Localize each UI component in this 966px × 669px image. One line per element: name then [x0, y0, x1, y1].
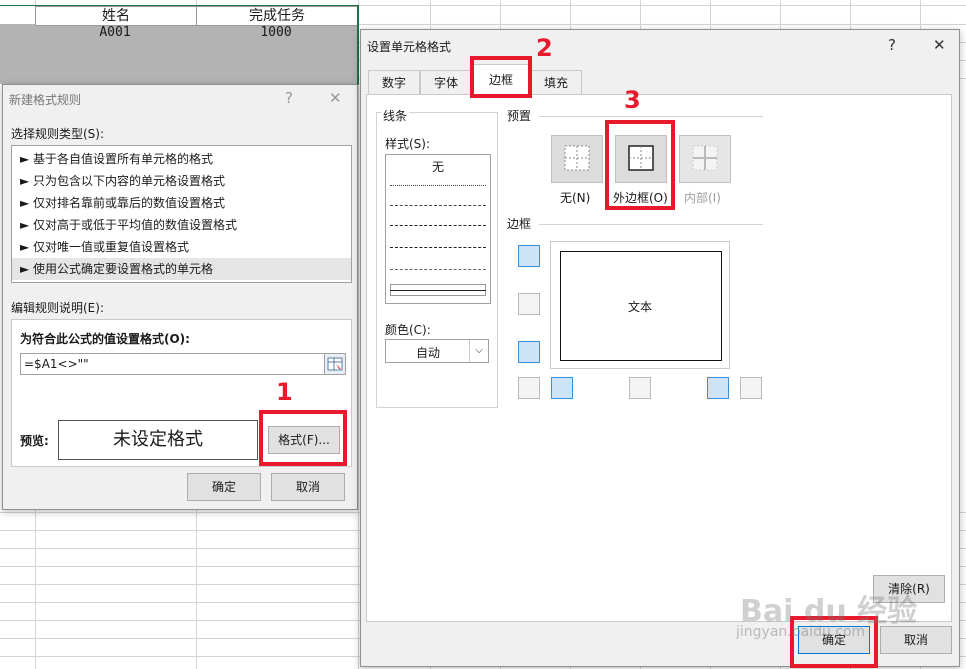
preset-inside-button[interactable]	[679, 135, 731, 183]
tab-fill[interactable]: 填充	[530, 70, 582, 95]
formula-label: 为符合此公式的值设置格式(O):	[20, 332, 190, 346]
color-select-value: 自动	[416, 346, 441, 360]
preview-label: 预览:	[20, 434, 49, 448]
rule-type-item-selected[interactable]: ► 使用公式确定要设置格式的单元格	[12, 258, 351, 280]
style-label: 样式(S):	[385, 137, 431, 151]
line-group-label: 线条	[381, 107, 410, 124]
header-cell-task[interactable]: 完成任务	[196, 6, 358, 26]
dialog-title: 新建格式规则	[9, 93, 82, 107]
help-icon[interactable]: ?	[888, 36, 896, 54]
preset-group-label: 预置	[507, 109, 532, 123]
line-style-option[interactable]	[390, 185, 486, 186]
color-select[interactable]: 自动 ⌵	[385, 339, 489, 363]
line-style-option[interactable]	[390, 247, 486, 248]
preview-box: 未设定格式	[58, 420, 258, 460]
select-type-label: 选择规则类型(S):	[11, 127, 105, 141]
rule-type-item[interactable]: ► 仅对唯一值或重复值设置格式	[20, 236, 189, 258]
line-style-option[interactable]	[390, 225, 486, 226]
rule-type-item[interactable]: ► 只为包含以下内容的单元格设置格式	[20, 170, 225, 192]
close-icon[interactable]: ✕	[933, 36, 946, 54]
header-cell-name[interactable]: 姓名	[35, 6, 197, 26]
tab-font[interactable]: 字体	[420, 70, 472, 95]
rule-type-item[interactable]: ► 基于各自值设置所有单元格的格式	[20, 148, 213, 170]
cell-1000[interactable]: 1000	[196, 25, 356, 41]
border-bottom-button[interactable]	[518, 341, 540, 363]
border-preview-text: 文本	[627, 300, 652, 314]
border-diag-down-button[interactable]	[740, 377, 762, 399]
border-left-button[interactable]	[551, 377, 573, 399]
border-middle-v-button[interactable]	[629, 377, 651, 399]
line-style-none[interactable]: 无	[386, 158, 490, 175]
rule-type-list: ► 基于各自值设置所有单元格的格式 ► 只为包含以下内容的单元格设置格式 ► 仅…	[11, 145, 352, 283]
color-label: 颜色(C):	[385, 323, 431, 337]
annotation-number: 1	[276, 378, 293, 406]
border-preview-area[interactable]: 文本	[550, 241, 730, 369]
line-style-list: 无	[385, 154, 491, 304]
annotation-number: 3	[624, 86, 641, 114]
border-top-button[interactable]	[518, 245, 540, 267]
border-right-button[interactable]	[707, 377, 729, 399]
annotation-number: 2	[536, 34, 553, 62]
border-middle-h-button[interactable]	[518, 293, 540, 315]
line-style-option[interactable]	[390, 205, 486, 206]
annotation-box-outline	[605, 120, 675, 210]
chevron-down-icon: ⌵	[469, 340, 488, 362]
edit-desc-label: 编辑规则说明(E):	[11, 301, 104, 315]
cell-a001[interactable]: A001	[35, 25, 195, 41]
range-picker-icon[interactable]	[324, 353, 346, 375]
formula-input[interactable]: =$A1<>""	[20, 353, 325, 375]
line-style-option[interactable]	[390, 269, 486, 270]
tab-number[interactable]: 数字	[368, 70, 420, 95]
cancel-button[interactable]: 取消	[880, 626, 952, 654]
border-group-label: 边框	[507, 217, 532, 231]
annotation-box-format	[259, 410, 347, 466]
annotation-box-border-tab	[470, 56, 532, 98]
ok-button[interactable]: 确定	[187, 473, 261, 501]
preset-inside-label: 内部(I)	[684, 191, 721, 205]
rule-type-item[interactable]: ► 仅对排名靠前或靠后的数值设置格式	[20, 192, 225, 214]
close-icon[interactable]: ✕	[329, 89, 342, 107]
line-style-thin[interactable]	[390, 290, 486, 291]
rule-type-item[interactable]: ► 仅对高于或低于平均值的数值设置格式	[20, 214, 237, 236]
cancel-button[interactable]: 取消	[271, 473, 345, 501]
watermark-url: jingyan.baidu.com	[736, 624, 866, 640]
border-diag-up-button[interactable]	[518, 377, 540, 399]
preset-none-label: 无(N)	[560, 191, 591, 205]
preset-none-button[interactable]	[551, 135, 603, 183]
help-icon[interactable]: ?	[285, 89, 293, 107]
dialog-title: 设置单元格格式	[367, 40, 452, 54]
